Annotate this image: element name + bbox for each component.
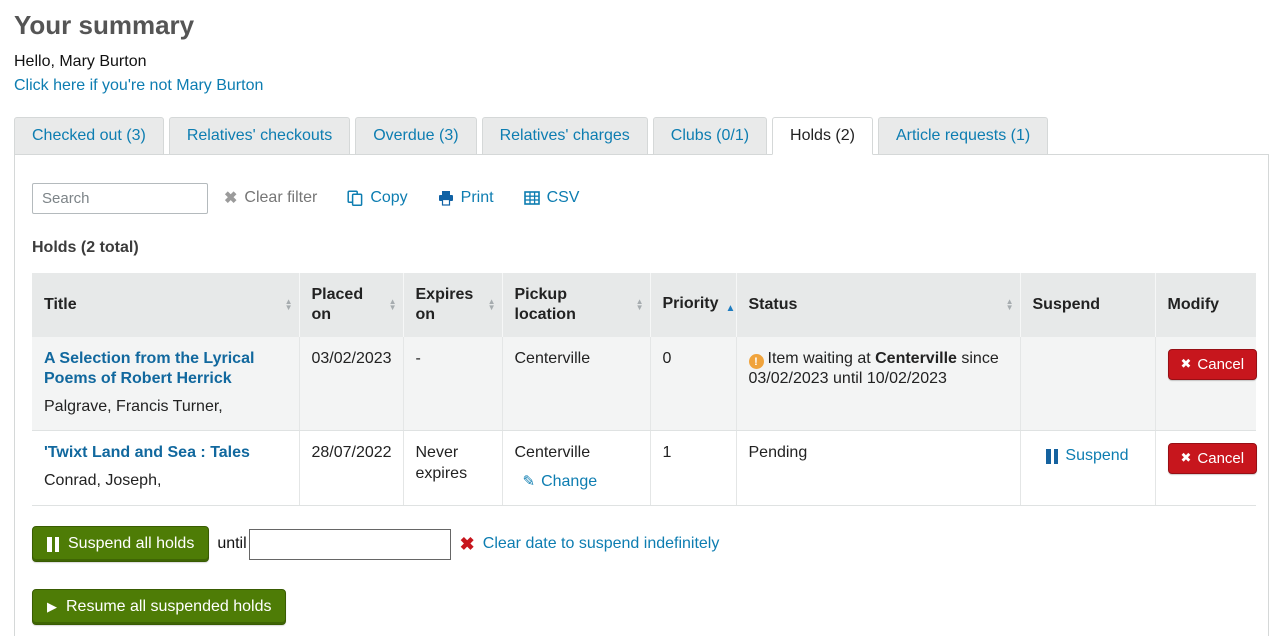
suspend-until-date-input[interactable]: [249, 529, 451, 560]
suspend-all-controls: Suspend all holds until ✖ Clear date to …: [32, 526, 1251, 562]
change-pickup-link[interactable]: ✎ Change: [523, 472, 598, 493]
tab-checked-out[interactable]: Checked out (3): [14, 117, 164, 155]
hold-title-link[interactable]: A Selection from the Lyrical Poems of Ro…: [44, 349, 287, 391]
sort-asc-icon: ▲: [726, 303, 736, 314]
cell-pickup-location: Centerville: [502, 337, 650, 431]
cancel-x-icon: ✖: [1181, 356, 1192, 372]
pencil-icon: ✎: [523, 472, 536, 492]
play-icon: ▶: [47, 599, 57, 615]
cell-status: !Item waiting at Centerville since 03/02…: [736, 337, 1020, 431]
holds-table: Title ▲▼ Placed on ▲▼ Expires on ▲▼ Pick…: [32, 273, 1256, 507]
suspend-hold-link[interactable]: Suspend: [1046, 446, 1128, 467]
resume-all-suspended-holds-button[interactable]: ▶ Resume all suspended holds: [32, 589, 286, 625]
cancel-hold-button[interactable]: ✖ Cancel: [1168, 443, 1258, 474]
resume-all-controls: ▶ Resume all suspended holds: [32, 589, 1251, 625]
tab-holds[interactable]: Holds (2): [772, 117, 873, 155]
cell-modify: ✖ Cancel: [1155, 430, 1256, 505]
copy-icon: [347, 190, 363, 206]
holds-table-row: 'Twixt Land and Sea : Tales Conrad, Jose…: [32, 430, 1256, 505]
cell-status: Pending: [736, 430, 1020, 505]
clear-date-x-icon[interactable]: ✖: [460, 534, 475, 555]
column-header-status[interactable]: Status ▲▼: [736, 273, 1020, 337]
tab-relatives-checkouts[interactable]: Relatives' checkouts: [169, 117, 350, 155]
holds-table-header-row: Title ▲▼ Placed on ▲▼ Expires on ▲▼ Pick…: [32, 273, 1256, 337]
print-label: Print: [461, 189, 494, 207]
tab-clubs[interactable]: Clubs (0/1): [653, 117, 767, 155]
greeting-text: Hello, Mary Burton: [14, 53, 1269, 71]
print-icon: [438, 190, 454, 206]
cancel-hold-button[interactable]: ✖ Cancel: [1168, 349, 1258, 380]
page-title: Your summary: [14, 11, 1269, 40]
column-header-priority[interactable]: Priority▲: [650, 273, 736, 337]
holds-table-row: A Selection from the Lyrical Poems of Ro…: [32, 337, 1256, 431]
csv-button[interactable]: CSV: [524, 189, 580, 207]
summary-tabs: Checked out (3) Relatives' checkouts Ove…: [14, 117, 1269, 154]
csv-table-icon: [524, 190, 540, 206]
suspend-all-holds-button[interactable]: Suspend all holds: [32, 526, 209, 562]
copy-label: Copy: [370, 189, 407, 207]
clear-filter-label: Clear filter: [244, 189, 317, 207]
hold-title-link[interactable]: 'Twixt Land and Sea : Tales: [44, 443, 250, 464]
cell-placed-on: 03/02/2023: [299, 337, 403, 431]
clear-filter-x-icon: ✖: [224, 188, 237, 208]
pause-icon: [1046, 449, 1058, 464]
column-header-title[interactable]: Title ▲▼: [32, 273, 299, 337]
clear-date-link[interactable]: Clear date to suspend indefinitely: [483, 535, 720, 553]
sort-icon: ▲▼: [636, 299, 644, 311]
hold-author: Palgrave, Francis Turner,: [44, 397, 287, 418]
sort-icon: ▲▼: [285, 299, 293, 311]
tab-relatives-charges[interactable]: Relatives' charges: [482, 117, 648, 155]
column-header-modify: Modify: [1155, 273, 1256, 337]
cell-title: 'Twixt Land and Sea : Tales Conrad, Jose…: [32, 430, 299, 505]
table-toolbar: ✖ Clear filter Copy Print CSV: [32, 183, 1251, 214]
column-header-placed-on[interactable]: Placed on ▲▼: [299, 273, 403, 337]
sort-icon: ▲▼: [389, 299, 397, 311]
cell-modify: ✖ Cancel: [1155, 337, 1256, 431]
holds-count-heading: Holds (2 total): [32, 239, 1251, 257]
column-header-pickup-location[interactable]: Pickup location ▲▼: [502, 273, 650, 337]
cell-placed-on: 28/07/2022: [299, 430, 403, 505]
cell-expires-on: Never expires: [403, 430, 502, 505]
warning-icon: !: [749, 354, 764, 369]
page: Your summary Hello, Mary Burton Click he…: [0, 11, 1283, 636]
cell-suspend: [1020, 337, 1155, 431]
holds-panel: ✖ Clear filter Copy Print CSV Holds (2 t…: [14, 154, 1269, 636]
pause-icon: [47, 537, 59, 552]
hold-author: Conrad, Joseph,: [44, 471, 287, 492]
cell-priority: 1: [650, 430, 736, 505]
cell-pickup-location: Centerville ✎ Change: [502, 430, 650, 505]
csv-label: CSV: [547, 189, 580, 207]
sort-icon: ▲▼: [488, 299, 496, 311]
cell-expires-on: -: [403, 337, 502, 431]
cell-suspend: Suspend: [1020, 430, 1155, 505]
tab-article-requests[interactable]: Article requests (1): [878, 117, 1048, 155]
not-you-link[interactable]: Click here if you're not Mary Burton: [14, 77, 263, 95]
until-label: until: [217, 535, 246, 553]
column-header-suspend: Suspend: [1020, 273, 1155, 337]
search-input[interactable]: [32, 183, 208, 214]
sort-icon: ▲▼: [1006, 299, 1014, 311]
cell-title: A Selection from the Lyrical Poems of Ro…: [32, 337, 299, 431]
print-button[interactable]: Print: [438, 189, 494, 207]
cancel-x-icon: ✖: [1181, 450, 1192, 466]
tab-overdue[interactable]: Overdue (3): [355, 117, 476, 155]
column-header-expires-on[interactable]: Expires on ▲▼: [403, 273, 502, 337]
clear-filter-button[interactable]: ✖ Clear filter: [224, 188, 317, 208]
cell-priority: 0: [650, 337, 736, 431]
copy-button[interactable]: Copy: [347, 189, 407, 207]
